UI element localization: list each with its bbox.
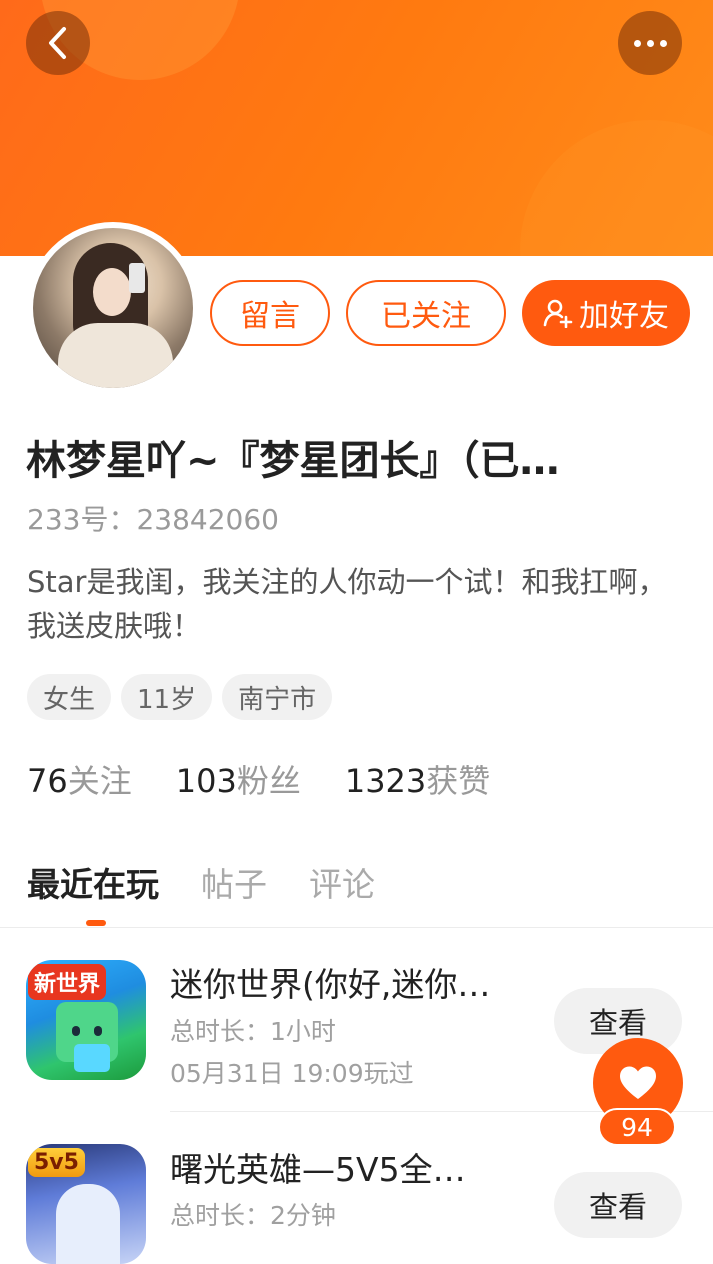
more-dot-icon [633,39,641,47]
stat-likes: 1323获赞 [345,756,490,802]
game-mascot-image [56,1002,118,1072]
message-button-label: 留言 [240,299,300,334]
profile-header-banner [0,0,713,256]
game-badge: 5v5 [28,1148,85,1177]
banner-decoration [520,120,713,256]
stat-following[interactable]: 76关注 [27,756,132,802]
stat-likes-label: 获赞 [426,762,491,800]
add-friend-button[interactable]: 加好友 [522,280,690,346]
stat-following-label: 关注 [67,762,132,800]
message-button[interactable]: 留言 [210,280,330,346]
like-count-badge: 94 [598,1108,676,1146]
tab-posts[interactable]: 帖子 [201,858,267,906]
game-badge: 新世界 [28,964,107,1000]
more-dot-icon [659,39,667,47]
chevron-left-icon [49,27,66,59]
game-title[interactable]: 曙光英雄—5V5全… [170,1143,466,1191]
add-friend-label: 加好友 [579,299,669,334]
stat-likes-count: 1323 [344,762,427,800]
game-duration: 总时长：2分钟 [170,1201,336,1230]
view-game-label: 查看 [588,1006,647,1040]
tag-gender: 女生 [27,674,112,720]
game-title[interactable]: 迷你世界(你好,迷你… [170,958,490,1006]
content-tabs: 最近在玩 帖子 评论 [27,858,375,906]
stat-followers-label: 粉丝 [236,762,301,800]
user-id: 233号：23842060 [27,503,279,536]
stat-following-count: 76 [27,762,68,800]
profile-stats: 76关注 103粉丝 1323获赞 [27,756,490,802]
view-game-button[interactable]: 查看 [554,1172,682,1238]
tag-age: 11岁 [121,674,213,720]
profile-bio: Star是我闺，我关注的人你动一个试！和我扛啊，我送皮肤哦！ [27,565,667,643]
game-last-played: 05月31日 19:09玩过 [170,1059,414,1088]
tag-city: 南宁市 [222,674,333,720]
active-tab-indicator [86,920,106,926]
back-button[interactable] [26,11,90,75]
profile-name: 林梦星吖~『梦星团长』（已… [26,438,560,484]
view-game-label: 查看 [588,1190,647,1224]
tab-recently-played[interactable]: 最近在玩 [27,858,159,906]
more-dot-icon [646,39,654,47]
game-icon-mini-world[interactable]: 新世界 [26,960,146,1080]
profile-tags: 女生 11岁 南宁市 [27,674,333,720]
game-duration: 总时长：1小时 [170,1017,336,1046]
avatar-image [33,228,193,388]
followed-button-label: 已关注 [381,299,471,334]
game-icon-dawn-heroes[interactable]: 5v5 [26,1144,146,1264]
add-user-icon [543,299,573,328]
stat-followers-count: 103 [175,762,237,800]
tabs-divider [0,927,713,928]
heart-icon [620,1066,656,1099]
avatar[interactable] [27,222,199,394]
game-hero-image [56,1184,120,1264]
tab-comments[interactable]: 评论 [309,858,375,906]
more-options-button[interactable] [618,11,682,75]
followed-button[interactable]: 已关注 [346,280,506,346]
stat-followers[interactable]: 103粉丝 [176,756,301,802]
